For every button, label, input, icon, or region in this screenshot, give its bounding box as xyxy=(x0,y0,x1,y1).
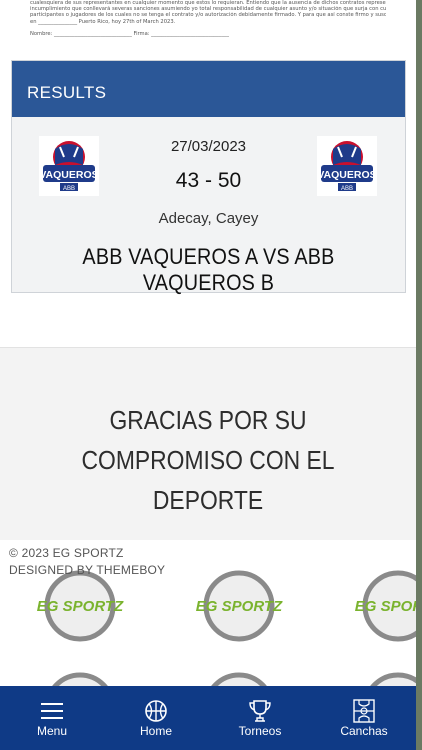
thanks-message: GRACIAS POR SU COMPROMISO CON EL DEPORTE xyxy=(81,405,335,515)
menu-icon xyxy=(41,703,63,719)
copyright-text: © 2023 EG SPORTZ xyxy=(9,546,124,560)
results-card: RESULTS VAQUEROS ABB 27/03/2023 43 - 50 … xyxy=(11,60,406,295)
match-teams[interactable]: ABB VAQUEROS A VS ABB VAQUEROS B xyxy=(32,244,386,296)
thanks-section: GRACIAS POR SU COMPROMISO CON EL DEPORTE xyxy=(0,347,416,540)
nav-item-label: Torneos xyxy=(238,724,282,738)
nav-item-label: Home xyxy=(139,724,172,738)
court-icon xyxy=(353,699,375,723)
nav-item-label: Menu xyxy=(36,724,68,738)
team-logo-text: VAQUEROS xyxy=(317,169,376,181)
eg-sportz-logo xyxy=(211,672,267,686)
eg-sportz-logo xyxy=(52,672,108,686)
eg-sportz-logo: EG SPORTZ xyxy=(355,570,416,642)
logo-text: EG SPORTZ xyxy=(355,598,416,615)
contract-line: participantes o jugadores de los cuales … xyxy=(30,12,386,19)
results-header: RESULTS xyxy=(12,61,405,117)
eg-sportz-logo: EG SPORTZ xyxy=(196,570,283,642)
basketball-icon xyxy=(145,700,167,722)
nav-item-canchas[interactable]: Canchas xyxy=(312,686,416,750)
team-logo-away[interactable]: VAQUEROS ABB xyxy=(316,135,378,197)
signature-line: Nombre: ______________________________ F… xyxy=(30,30,229,37)
eg-sportz-logo xyxy=(370,672,416,686)
site-footer: © 2023 EG SPORTZ DESIGNED BY THEMEBOY EG… xyxy=(0,540,416,686)
bottom-nav: Menu Home Torneos Canchas xyxy=(0,686,416,750)
contract-line: en _______________ Puerto Rico, hoy 27th… xyxy=(30,18,176,25)
match-venue: Adecay, Cayey xyxy=(158,210,259,227)
designer-credit[interactable]: DESIGNED BY THEMEBOY xyxy=(9,563,165,577)
logo-text: EG SPORTZ xyxy=(196,598,283,615)
window-edge-strip xyxy=(416,0,422,750)
match-result[interactable]: VAQUEROS ABB 27/03/2023 43 - 50 VAQUEROS… xyxy=(12,117,405,295)
logo-text: EG SPORTZ xyxy=(37,598,124,615)
nav-item-label: Canchas xyxy=(340,724,388,738)
trophy-icon xyxy=(249,700,271,722)
nav-item-torneos[interactable]: Torneos xyxy=(208,686,312,750)
contract-text: cualesquiera de sus representantes en cu… xyxy=(0,0,416,56)
nav-item-menu[interactable]: Menu xyxy=(0,686,104,750)
nav-item-home[interactable]: Home xyxy=(104,686,208,750)
team-logo-sub: ABB xyxy=(341,186,353,192)
